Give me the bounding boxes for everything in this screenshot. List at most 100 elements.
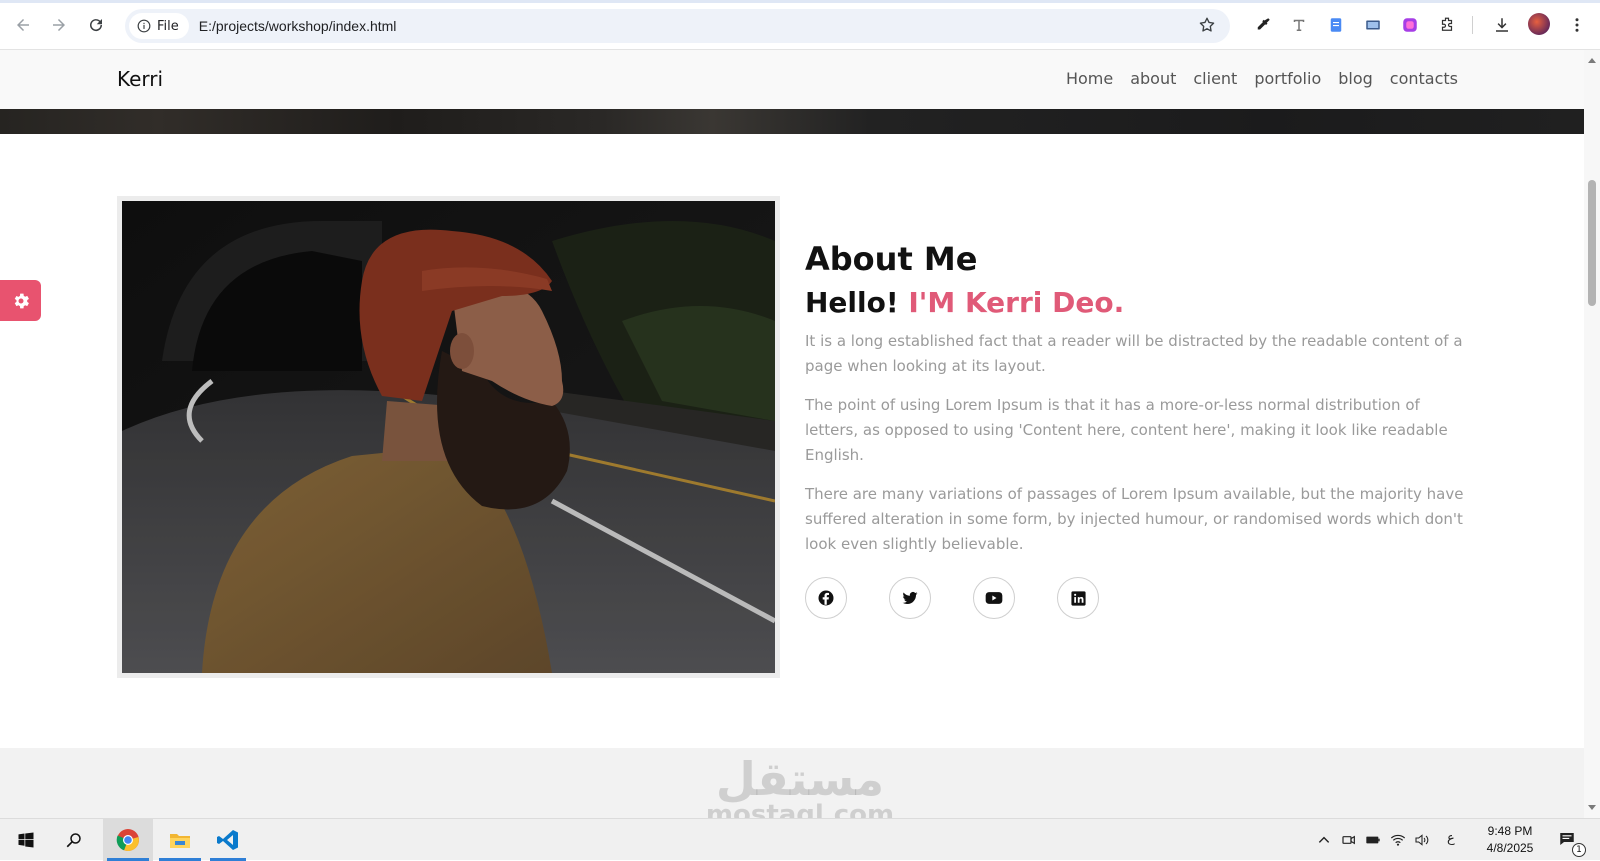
notification-count-badge: 1 — [1572, 843, 1586, 857]
file-chip-label: File — [157, 18, 179, 34]
site-brand[interactable]: Kerri — [117, 67, 163, 91]
url-text[interactable]: E:/projects/workshop/index.html — [199, 18, 397, 34]
kebab-menu-icon — [1575, 18, 1579, 32]
watermark-latin: mostaql.com — [705, 800, 895, 818]
about-photo — [122, 201, 775, 673]
nav-link-about[interactable]: about — [1130, 69, 1176, 88]
chevron-up-icon — [1318, 836, 1330, 843]
search-icon — [66, 833, 81, 848]
taskbar-chrome[interactable] — [103, 819, 153, 861]
address-bar[interactable]: File E:/projects/workshop/index.html — [125, 9, 1230, 43]
scroll-up-arrow-icon[interactable] — [1588, 58, 1596, 63]
about-paragraph-3: There are many variations of passages of… — [805, 485, 1464, 553]
windows-taskbar: ع 9:48 PM 4/8/2025 1 — [0, 818, 1600, 861]
input-language-indicator[interactable]: ع — [1447, 831, 1455, 846]
screen-capture-icon — [1366, 20, 1380, 30]
tray-network[interactable] — [1388, 830, 1408, 850]
camera-icon — [1342, 835, 1355, 845]
about-heading: About Me — [805, 240, 1465, 278]
star-icon — [1199, 17, 1215, 32]
clock-date: 4/8/2025 — [1486, 841, 1534, 855]
download-icon — [1496, 18, 1508, 32]
search-button[interactable] — [54, 819, 94, 861]
tray-overflow-button[interactable] — [1314, 830, 1334, 850]
nav-link-home[interactable]: Home — [1066, 69, 1113, 88]
app-extension-icon — [1403, 18, 1417, 32]
hero-image-bottom-edge — [0, 109, 1584, 134]
taskbar-vscode[interactable] — [206, 819, 250, 861]
about-heading-rest: Me — [912, 240, 978, 278]
folder-icon — [170, 834, 190, 848]
reload-icon — [90, 19, 103, 32]
info-icon — [137, 19, 151, 33]
clock-time: 9:48 PM — [1487, 824, 1533, 838]
reload-button[interactable] — [83, 12, 109, 38]
tray-volume[interactable] — [1412, 830, 1432, 850]
windows-logo-icon — [18, 832, 34, 848]
document-icon — [1330, 18, 1342, 32]
scrollbar-thumb[interactable] — [1588, 180, 1596, 306]
site-menu: Home about client portfolio blog contact… — [1066, 69, 1458, 88]
hello-heading: Hello! I'M Kerri Deo. — [805, 286, 1465, 319]
tray-battery[interactable] — [1363, 830, 1383, 850]
toolbar-divider — [1472, 16, 1473, 34]
twitter-icon — [902, 591, 918, 605]
hello-prefix: Hello! — [805, 286, 909, 319]
scroll-down-arrow-icon[interactable] — [1588, 805, 1596, 810]
arrow-right-icon — [53, 19, 65, 31]
vscode-icon — [217, 830, 238, 850]
speaker-icon — [1415, 834, 1429, 846]
browser-menu-button[interactable] — [1566, 14, 1588, 36]
watermark: مستقل mostaql.com — [700, 754, 900, 818]
nav-link-blog[interactable]: blog — [1338, 69, 1373, 88]
about-heading-strong: About — [805, 240, 913, 278]
chrome-icon — [116, 829, 139, 852]
extension-screen[interactable] — [1362, 14, 1384, 36]
back-button[interactable] — [10, 12, 36, 38]
eyedropper-icon — [1257, 18, 1270, 30]
page-scrollbar[interactable] — [1584, 50, 1600, 818]
about-paragraph-2: The point of using Lorem Ipsum is that i… — [805, 396, 1448, 464]
bookmark-star-button[interactable] — [1198, 16, 1216, 38]
battery-icon — [1366, 836, 1380, 844]
linkedin-link[interactable] — [1057, 577, 1099, 619]
extension-purple[interactable] — [1399, 14, 1421, 36]
next-section-top: مستقل mostaql.com — [0, 748, 1584, 818]
site-info-chip[interactable]: File — [129, 13, 189, 39]
portrait-illustration — [122, 201, 775, 673]
linkedin-icon — [1070, 590, 1086, 606]
forward-button[interactable] — [46, 12, 72, 38]
extensions-menu-button[interactable] — [1436, 14, 1458, 36]
arrow-left-icon — [17, 19, 29, 31]
watermark-arabic: مستقل — [715, 752, 885, 806]
about-paragraph-1: It is a long established fact that a rea… — [805, 332, 1463, 375]
social-links — [805, 577, 1465, 619]
nav-link-client[interactable]: client — [1193, 69, 1237, 88]
extension-docs[interactable] — [1325, 14, 1347, 36]
about-photo-frame — [117, 196, 780, 678]
nav-link-contacts[interactable]: contacts — [1390, 69, 1458, 88]
downloads-button[interactable] — [1491, 14, 1513, 36]
facebook-icon — [818, 590, 834, 606]
site-navbar: Kerri Home about client portfolio blog c… — [0, 50, 1584, 109]
taskbar-file-explorer[interactable] — [155, 819, 205, 861]
page-viewport: Kerri Home about client portfolio blog c… — [0, 50, 1584, 818]
nav-link-portfolio[interactable]: portfolio — [1254, 69, 1321, 88]
facebook-link[interactable] — [805, 577, 847, 619]
wifi-icon — [1390, 834, 1406, 846]
profile-avatar[interactable] — [1528, 13, 1550, 35]
tab-strip-edge — [0, 0, 1600, 3]
hello-name: I'M Kerri Deo. — [908, 286, 1125, 319]
twitter-link[interactable] — [889, 577, 931, 619]
text-font-icon — [1293, 19, 1305, 31]
about-content: About Me Hello! I'M Kerri Deo. It is a l… — [805, 240, 1465, 619]
gear-icon — [14, 293, 29, 308]
tray-meet-now[interactable] — [1339, 830, 1359, 850]
start-button[interactable] — [6, 819, 46, 861]
theme-settings-button[interactable] — [0, 280, 41, 321]
youtube-link[interactable] — [973, 577, 1015, 619]
puzzle-icon — [1441, 17, 1453, 31]
extension-font[interactable] — [1288, 14, 1310, 36]
extension-eyedropper[interactable] — [1252, 14, 1274, 36]
taskbar-clock[interactable]: 9:48 PM 4/8/2025 — [1470, 823, 1550, 857]
